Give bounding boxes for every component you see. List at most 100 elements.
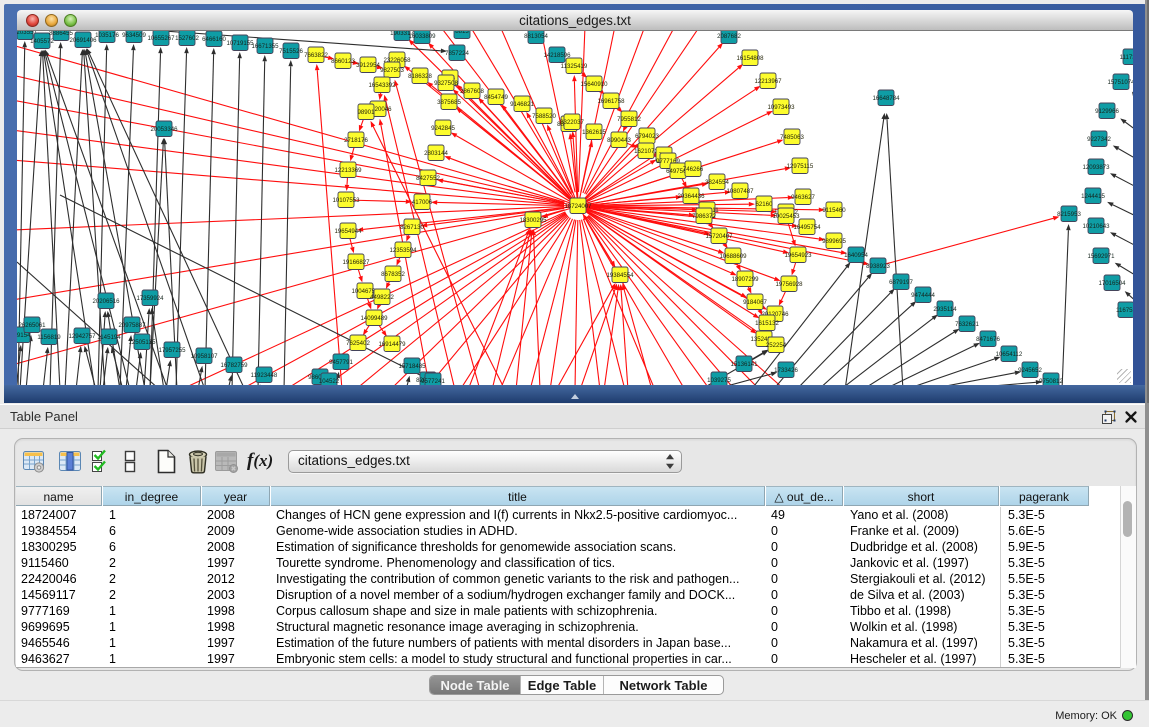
- svg-text:16495754: 16495754: [793, 224, 821, 231]
- svg-text:7663822: 7663822: [304, 52, 328, 59]
- svg-text:10958107: 10958107: [190, 353, 218, 360]
- svg-text:6466160: 6466160: [202, 36, 226, 43]
- svg-text:8454749: 8454749: [484, 94, 508, 101]
- svg-text:12942757: 12942757: [68, 333, 96, 340]
- svg-text:1405572: 1405572: [30, 38, 54, 45]
- svg-text:19166827: 19166827: [342, 259, 370, 266]
- svg-text:1145194: 1145194: [97, 334, 121, 341]
- svg-text:16154808: 16154808: [736, 55, 764, 62]
- svg-text:1640954: 1640954: [844, 252, 868, 259]
- svg-text:3875685: 3875685: [437, 99, 461, 106]
- svg-text:1244415: 1244415: [1081, 193, 1105, 200]
- svg-text:12213967: 12213967: [754, 78, 782, 85]
- svg-text:7625402: 7625402: [346, 340, 370, 347]
- svg-text:20975887: 20975887: [118, 322, 146, 329]
- svg-text:15692971: 15692971: [1087, 253, 1115, 260]
- svg-text:12353594: 12353594: [389, 247, 417, 254]
- svg-text:8990443: 8990443: [607, 137, 631, 144]
- svg-text:19384554: 19384554: [606, 272, 634, 279]
- svg-text:15720407: 15720407: [705, 233, 733, 240]
- svg-text:10210643: 10210643: [1082, 223, 1110, 230]
- svg-text:7955812: 7955812: [617, 116, 641, 123]
- svg-text:19756928: 19756928: [775, 281, 803, 288]
- svg-text:8322037: 8322037: [560, 119, 584, 126]
- svg-text:7857224: 7857224: [445, 50, 469, 57]
- svg-text:6879197: 6879197: [889, 279, 913, 286]
- svg-text:20206516: 20206516: [92, 298, 120, 305]
- svg-text:746266: 746266: [683, 166, 704, 173]
- svg-text:8427552: 8427552: [416, 175, 440, 182]
- svg-text:20364436: 20364436: [677, 193, 705, 200]
- svg-text:10107553: 10107553: [332, 197, 360, 204]
- svg-text:12093873: 12093873: [1082, 164, 1110, 171]
- svg-text:1117362: 1117362: [1120, 54, 1133, 61]
- svg-text:7632621: 7632621: [955, 321, 979, 328]
- svg-text:2803144: 2803144: [424, 150, 448, 157]
- svg-text:8186328: 8186328: [408, 73, 432, 80]
- svg-text:1527602: 1527602: [175, 35, 199, 42]
- svg-text:16782759: 16782759: [220, 362, 248, 369]
- svg-text:9184067: 9184067: [743, 299, 767, 306]
- svg-text:2935114: 2935114: [933, 306, 957, 313]
- svg-text:16914479: 16914479: [378, 341, 406, 348]
- svg-text:8813054: 8813054: [524, 33, 548, 40]
- svg-text:104522: 104522: [319, 378, 340, 385]
- svg-text:1362615: 1362615: [582, 129, 606, 136]
- svg-text:9899695: 9899695: [822, 238, 846, 245]
- svg-text:7588520: 7588520: [532, 113, 556, 120]
- svg-text:6794023: 6794023: [635, 133, 659, 140]
- svg-text:18724007: 18724007: [564, 203, 592, 210]
- svg-text:17359924: 17359924: [136, 295, 164, 302]
- svg-text:417006: 417006: [412, 199, 433, 206]
- svg-text:26265061: 26265061: [18, 322, 46, 329]
- svg-text:10654112: 10654112: [996, 351, 1023, 358]
- svg-text:17016504: 17016504: [1098, 280, 1126, 287]
- svg-text:17957255: 17957255: [158, 347, 186, 354]
- svg-text:9474444: 9474444: [911, 292, 935, 299]
- svg-text:39154: 39154: [17, 332, 31, 339]
- svg-text:8938923: 8938923: [866, 263, 890, 270]
- svg-text:9245652: 9245652: [1018, 367, 1042, 374]
- svg-text:7986372: 7986372: [692, 213, 716, 220]
- svg-text:9129966: 9129966: [1095, 108, 1119, 115]
- svg-text:9227342: 9227342: [1087, 136, 1111, 143]
- svg-text:1621072: 1621072: [634, 148, 658, 155]
- svg-text:20691406: 20691406: [69, 37, 97, 44]
- svg-text:2867608: 2867608: [460, 88, 484, 95]
- svg-text:9463627: 9463627: [791, 194, 815, 201]
- svg-text:10807487: 10807487: [726, 188, 754, 195]
- svg-text:9750812: 9750812: [1039, 378, 1063, 385]
- svg-text:3912954: 3912954: [356, 62, 380, 69]
- svg-text:62160: 62160: [756, 201, 774, 208]
- svg-text:1039275: 1039275: [707, 377, 731, 384]
- svg-text:18300295: 18300295: [519, 217, 547, 224]
- svg-text:8813: 8813: [455, 31, 469, 35]
- svg-text:16543392: 16543392: [368, 82, 396, 89]
- svg-text:9115460: 9115460: [822, 207, 846, 214]
- svg-text:1156819: 1156819: [37, 334, 61, 341]
- svg-text:98901: 98901: [358, 109, 376, 116]
- svg-text:11923448: 11923448: [251, 372, 278, 379]
- svg-text:10025453: 10025453: [772, 213, 800, 220]
- svg-text:116753: 116753: [1116, 307, 1133, 314]
- svg-text:19654944: 19654944: [334, 228, 362, 235]
- svg-text:10973493: 10973493: [767, 104, 795, 111]
- svg-text:15136141: 15136141: [730, 361, 758, 368]
- svg-text:12213369: 12213369: [334, 167, 362, 174]
- svg-text:11325419: 11325419: [561, 63, 588, 70]
- svg-text:9827503: 9827503: [380, 67, 404, 74]
- svg-text:7515526: 7515526: [279, 48, 303, 55]
- svg-text:1035176: 1035176: [95, 32, 119, 39]
- svg-text:1733426: 1733426: [774, 367, 798, 374]
- svg-text:8660123: 8660123: [331, 58, 355, 65]
- svg-text:9327508: 9327508: [434, 80, 458, 87]
- svg-text:10688609: 10688609: [719, 253, 747, 260]
- svg-text:18907299: 18907299: [731, 276, 759, 283]
- svg-text:8678352: 8678352: [381, 271, 405, 278]
- svg-text:4498222: 4498222: [370, 294, 394, 301]
- svg-text:252254: 252254: [766, 342, 787, 349]
- svg-text:16671355: 16671355: [251, 43, 279, 50]
- svg-text:9146821: 9146821: [510, 101, 534, 108]
- svg-text:9457791: 9457791: [329, 359, 353, 366]
- svg-text:10655267: 10655267: [147, 35, 175, 42]
